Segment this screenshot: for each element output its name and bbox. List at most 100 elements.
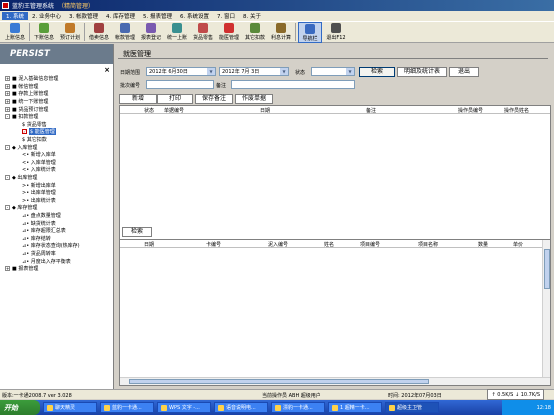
tree-item[interactable]: + ■ 泥入基础信息管理 — [0, 75, 113, 83]
tree-item[interactable]: + ■ 报表管理 — [0, 265, 113, 273]
column-header-operator-name[interactable]: 操作员姓名 — [504, 107, 529, 114]
collapse-icon[interactable]: - — [5, 205, 10, 211]
taskbar-item[interactable]: 1 超精一卡... — [328, 402, 382, 413]
menu-inventory[interactable]: 4. 库存管理 — [102, 12, 139, 20]
expand-icon[interactable]: + — [5, 106, 10, 112]
column-header-entry-number[interactable]: 泥入编号 — [268, 241, 288, 248]
tree-item[interactable]: - ◆ 入库管理 — [0, 143, 113, 151]
toolbar-button[interactable]: 下账信息 — [32, 22, 56, 41]
menu-about[interactable]: 8. 关于 — [239, 12, 265, 20]
menu-accounts[interactable]: 3. 帐款管理 — [65, 12, 102, 20]
horizontal-scrollbar[interactable] — [120, 377, 550, 385]
void-document-button[interactable]: 作废单据 — [235, 94, 273, 104]
tree-item[interactable]: ✓ $ 能医管理 — [0, 128, 113, 136]
column-header-unit-price[interactable]: 单价 — [513, 241, 523, 248]
column-header-operator-id[interactable]: 操作员编号 — [458, 107, 483, 114]
tree-item[interactable]: - ■ 扣款管理 — [0, 113, 113, 121]
toolbar-button[interactable]: 借卖信息 — [87, 22, 111, 41]
chevron-down-icon[interactable]: ▼ — [346, 68, 354, 75]
column-header-item-name[interactable]: 项目名称 — [418, 241, 438, 248]
tree-item[interactable]: + ■ 存款上账管理 — [0, 90, 113, 98]
tree-item[interactable]: <• 入库单管理 — [0, 159, 113, 167]
toolbar-button[interactable]: 上账信息 — [3, 22, 27, 41]
toolbar-button[interactable]: 统一上账 — [165, 22, 189, 41]
tree-item[interactable]: + ■ 帐信管理 — [0, 83, 113, 91]
column-header-quantity[interactable]: 数量 — [478, 241, 488, 248]
taskbar-item[interactable]: 蓝豹一卡通... — [100, 402, 154, 413]
expand-icon[interactable]: + — [5, 83, 10, 89]
taskbar-item[interactable]: 聊天精灵 — [43, 402, 97, 413]
details-table[interactable]: 日期 卡编号 泥入编号 姓名 项目编号 项目名称 数量 单价 — [119, 239, 551, 386]
search-button[interactable]: 检索 — [359, 67, 395, 77]
tree-item[interactable]: ⊿• 盘点数量管理 — [0, 212, 113, 220]
column-header-date[interactable]: 日期 — [144, 241, 154, 248]
taskbar-item[interactable]: 语音说明电... — [214, 402, 268, 413]
scroll-thumb[interactable] — [544, 249, 550, 289]
tree-item[interactable]: + ■ 统一下账管理 — [0, 98, 113, 106]
taskbar-item[interactable]: 漂豹一卡通... — [271, 402, 325, 413]
tree-item[interactable]: ⊿• 库存结转 — [0, 234, 113, 242]
chevron-down-icon[interactable]: ▼ — [207, 68, 215, 75]
start-button[interactable]: 开始 — [0, 400, 40, 415]
detail-search-button[interactable]: 检索 — [122, 227, 152, 237]
tree-item[interactable]: - ◆ 库存管理 — [0, 204, 113, 212]
expand-icon[interactable]: + — [5, 266, 10, 272]
tree-item[interactable]: >• 出库统计表 — [0, 197, 113, 205]
tree-item[interactable]: <• 新增入库单 — [0, 151, 113, 159]
toolbar-button[interactable]: 帐款管理 — [113, 22, 137, 41]
print-button[interactable]: 打印 — [157, 94, 193, 104]
details-stats-button[interactable]: 明细及统计表 — [397, 67, 447, 77]
menu-window[interactable]: 7. 窗口 — [213, 12, 239, 20]
expand-icon[interactable]: + — [5, 91, 10, 97]
tree-item[interactable]: >• 出库单管理 — [0, 189, 113, 197]
close-icon[interactable]: × — [104, 66, 110, 74]
column-header-card-number[interactable]: 卡编号 — [206, 241, 221, 248]
toolbar-button[interactable]: 能医管理 — [217, 22, 241, 41]
collapse-icon[interactable]: - — [5, 144, 10, 150]
save-remark-button[interactable]: 保存备注 — [195, 94, 233, 104]
remark-input[interactable] — [231, 80, 355, 89]
tree-item[interactable]: $ 其它扣款 — [0, 136, 113, 144]
date-from-picker[interactable]: 2012年 6月30日 ▼ — [146, 67, 216, 76]
tree-item[interactable]: ⊿• 货品周转率 — [0, 250, 113, 258]
column-header-item-number[interactable]: 项目编号 — [360, 241, 380, 248]
status-select[interactable]: ▼ — [311, 67, 355, 76]
toolbar-button[interactable]: 导航栏 — [298, 22, 322, 43]
toolbar-button[interactable]: 利息计算 — [269, 22, 293, 41]
tree-item[interactable]: ⊿• 缺货统计表 — [0, 219, 113, 227]
column-header-remark[interactable]: 备注 — [366, 107, 376, 114]
column-header-doc-number[interactable]: 单据编号 — [164, 107, 184, 114]
taskbar-item[interactable]: WPS 文字 -... — [157, 402, 211, 413]
tree-item[interactable]: - ◆ 出库管理 — [0, 174, 113, 182]
taskbar-item[interactable]: 超级主卫管 — [385, 402, 439, 413]
toolbar-button[interactable]: 报表登记 — [139, 22, 163, 41]
column-header-date[interactable]: 日期 — [260, 107, 270, 114]
collapse-icon[interactable]: - — [5, 114, 10, 120]
tree-item[interactable]: ⊿• 月度出入存平衡表 — [0, 257, 113, 265]
scroll-thumb[interactable] — [129, 379, 429, 384]
toolbar-button[interactable]: 其它扣款 — [243, 22, 267, 41]
menu-business[interactable]: 2. 业务中心 — [28, 12, 65, 20]
batch-number-input[interactable] — [146, 80, 214, 89]
toolbar-button[interactable]: 退出F12 — [324, 22, 348, 41]
column-header-name[interactable]: 姓名 — [324, 241, 334, 248]
menu-system[interactable]: 1. 系统 — [2, 12, 28, 20]
toolbar-button[interactable]: 货品零售 — [191, 22, 215, 41]
tree-item[interactable]: $ 货品零售 — [0, 121, 113, 129]
tree-item[interactable]: + ■ 货品预订管理 — [0, 105, 113, 113]
tree-item[interactable]: <• 入库统计表 — [0, 166, 113, 174]
add-button[interactable]: 新增 — [119, 94, 157, 104]
tree-item[interactable]: ⊿• 库存超限汇总表 — [0, 227, 113, 235]
menu-settings[interactable]: 6. 系统设置 — [176, 12, 213, 20]
vertical-scrollbar[interactable] — [542, 240, 550, 377]
column-header-status[interactable]: 状态 — [144, 107, 154, 114]
tree-item[interactable]: >• 新增出库单 — [0, 181, 113, 189]
expand-icon[interactable]: + — [5, 76, 10, 82]
tree-item[interactable]: ⊿• 库存状态查询(热库存) — [0, 242, 113, 250]
toolbar-button[interactable]: 预订计划 — [58, 22, 82, 41]
exit-button[interactable]: 退出 — [449, 67, 479, 77]
expand-icon[interactable]: + — [5, 99, 10, 105]
menu-reports[interactable]: 5. 报表管理 — [139, 12, 176, 20]
chevron-down-icon[interactable]: ▼ — [280, 68, 288, 75]
date-to-picker[interactable]: 2012年 7月 3日 ▼ — [219, 67, 289, 76]
